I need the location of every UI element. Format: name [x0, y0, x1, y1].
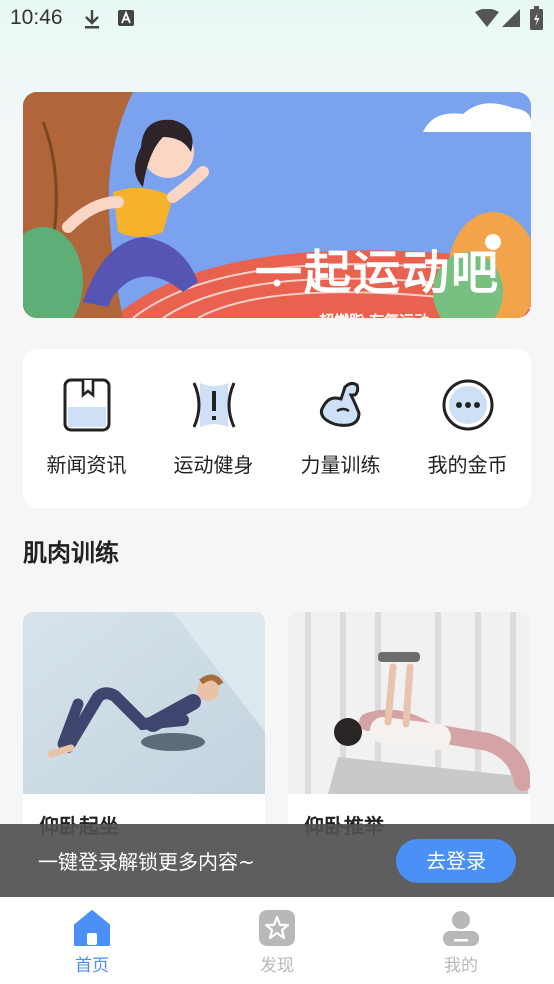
tab-discover[interactable]: 发现 — [185, 897, 369, 984]
tab-label-home: 首页 — [75, 956, 109, 976]
login-prompt-bar: 一键登录解锁更多内容~ 去登录 — [0, 824, 554, 897]
promo-banner[interactable]: 一起运动吧 超燃脂 有氧运动 — [23, 92, 531, 318]
login-prompt-text: 一键登录解锁更多内容~ — [38, 850, 255, 874]
quick-menu: 新闻资讯 运动健身 力量训练 我的金币 — [23, 349, 531, 508]
tab-label-mine: 我的 — [444, 956, 478, 976]
tab-mine[interactable]: 我的 — [369, 897, 553, 984]
user-icon — [443, 911, 479, 946]
menu-item-strength[interactable]: 力量训练 — [277, 349, 404, 508]
home-icon — [74, 910, 110, 946]
more-dots-icon — [442, 379, 494, 431]
workout-card-situp[interactable]: 仰卧起坐 — [23, 612, 265, 842]
situp-photo — [23, 612, 265, 794]
menu-label-news: 新闻资讯 — [46, 453, 127, 477]
tab-home[interactable]: 首页 — [0, 897, 184, 984]
bottom-tab-bar: 首页 发现 我的 — [0, 897, 554, 984]
menu-label-fitness: 运动健身 — [173, 453, 254, 477]
fitness-icon — [192, 382, 236, 428]
banner-title: 一起运动吧 — [255, 246, 500, 301]
menu-item-coins[interactable]: 我的金币 — [404, 349, 531, 508]
battery-icon — [530, 6, 543, 30]
download-icon — [85, 10, 99, 29]
banner-subtitle: 超燃脂 有氧运动 — [319, 310, 429, 318]
menu-item-fitness[interactable]: 运动健身 — [150, 349, 277, 508]
menu-label-strength: 力量训练 — [300, 453, 381, 477]
book-icon — [63, 378, 111, 432]
menu-item-news[interactable]: 新闻资讯 — [23, 349, 150, 508]
status-bar: 10:46 — [0, 0, 554, 40]
signal-icon — [502, 9, 520, 27]
status-time: 10:46 — [10, 6, 63, 29]
muscle-arm-icon — [319, 381, 361, 427]
menu-label-coins: 我的金币 — [427, 453, 508, 477]
wifi-icon — [475, 9, 499, 27]
section-title: 肌肉训练 — [23, 539, 119, 567]
star-icon — [259, 910, 295, 946]
text-a-icon — [118, 10, 134, 26]
tab-label-discover: 发现 — [260, 956, 294, 976]
press-photo — [288, 612, 530, 794]
workout-card-press[interactable]: 仰卧推举 — [288, 612, 530, 842]
login-button[interactable]: 去登录 — [396, 839, 516, 883]
